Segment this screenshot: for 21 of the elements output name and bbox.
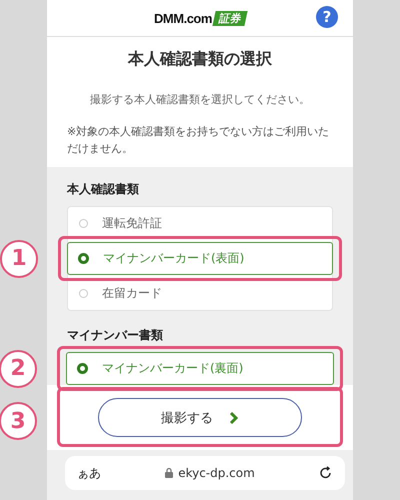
text-size-button[interactable]: ぁあ	[77, 464, 101, 482]
reload-icon	[319, 466, 333, 480]
radio-option[interactable]: 在留カード	[68, 277, 332, 310]
radio-option[interactable]: マイナンバーカード(裏面)	[66, 352, 334, 385]
radio-option[interactable]: マイナンバーカード(表面)	[67, 242, 333, 275]
group-label: マイナンバー書類	[67, 327, 164, 344]
logo: DMM.com 証券	[154, 10, 246, 26]
note-text: ※対象の本人確認書類をお持ちでない方はご利用いただけません。	[67, 124, 330, 157]
step-number-badge: 2	[0, 350, 37, 388]
lock-icon	[165, 468, 174, 478]
help-button[interactable]: ?	[316, 6, 338, 28]
step-number-badge: 3	[0, 402, 37, 440]
page-title: 本人確認書類の選択	[126, 49, 273, 70]
step-number-badge: 1	[0, 240, 38, 278]
url-text: ekyc-dp.com	[178, 466, 255, 480]
address-bar[interactable]: ぁあ ekyc-dp.com	[65, 456, 345, 490]
group-label: 本人確認書類	[67, 181, 140, 198]
instruction-text: 撮影する本人確認書類を選択してください。	[89, 92, 311, 107]
radio-option[interactable]: 運転免許証	[68, 207, 332, 240]
chevron-right-icon	[229, 410, 239, 424]
capture-button[interactable]: 撮影する	[98, 398, 302, 437]
